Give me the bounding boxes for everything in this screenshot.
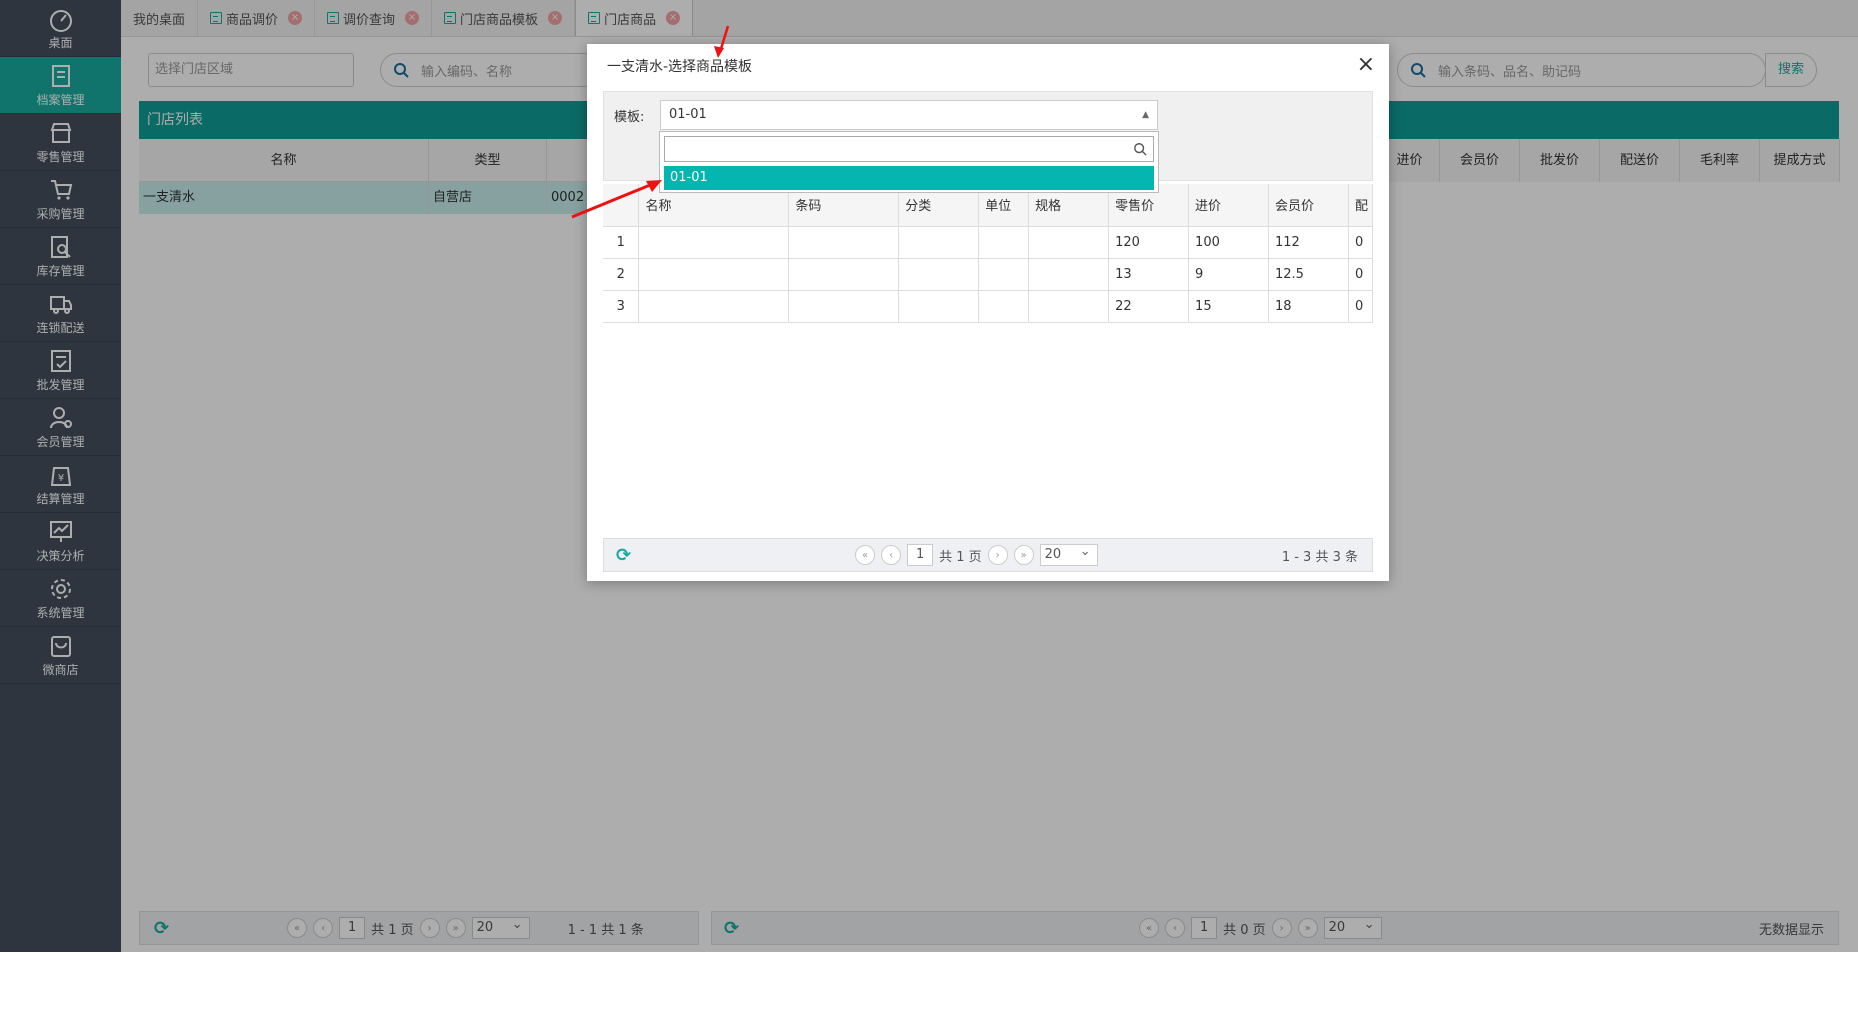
grid-cell: 12.5 xyxy=(1268,258,1349,291)
grid-cell: 0 xyxy=(1348,258,1374,291)
grid-cell xyxy=(898,258,980,291)
grid-cell xyxy=(978,226,1030,259)
grid-cell xyxy=(1028,226,1110,259)
grid-cell: 18 xyxy=(1268,290,1349,323)
template-selected-value: 01-01 xyxy=(669,107,707,122)
grid-cell xyxy=(638,226,790,259)
grid-cell xyxy=(898,226,980,259)
dropdown-option[interactable]: 01-01 xyxy=(664,166,1154,190)
table-row[interactable]: 3 22 15 18 0 xyxy=(603,290,1374,323)
search-icon xyxy=(1134,143,1147,156)
page-number-input[interactable]: 1 xyxy=(907,544,934,566)
column-header: 配 xyxy=(1348,184,1374,227)
select-template-dialog: 一支清水-选择商品模板 × 模板: 01-01 ▲ 名称 条码 分类 单位 规格… xyxy=(587,44,1389,581)
pager-summary: 1 - 3 共 3 条 xyxy=(1281,549,1358,565)
grid-cell xyxy=(638,290,790,323)
grid-cell xyxy=(978,290,1030,323)
grid-cell: 13 xyxy=(1108,258,1190,291)
grid-cell xyxy=(1028,290,1110,323)
last-page-button[interactable]: » xyxy=(1013,545,1034,565)
dialog-title: 一支清水-选择商品模板 xyxy=(607,59,753,75)
close-icon[interactable]: × xyxy=(1357,52,1375,77)
column-header: 会员价 xyxy=(1268,184,1349,227)
grid-cell: 15 xyxy=(1188,290,1269,323)
prev-page-button[interactable]: ‹ xyxy=(881,545,902,565)
grid-cell: 1 xyxy=(603,226,640,259)
grid-cell: 120 xyxy=(1108,226,1190,259)
grid-cell: 0 xyxy=(1348,226,1374,259)
template-label: 模板: xyxy=(614,110,645,125)
dropdown-search-input[interactable] xyxy=(664,136,1154,162)
grid-cell: 22 xyxy=(1108,290,1190,323)
grid-cell: 9 xyxy=(1188,258,1269,291)
template-select[interactable]: 01-01 ▲ xyxy=(660,100,1158,130)
grid-cell xyxy=(1028,258,1110,291)
page-size-select[interactable]: 20 xyxy=(1039,542,1098,566)
table-row[interactable]: 1 120 100 112 0 xyxy=(603,226,1374,259)
grid-cell xyxy=(898,290,980,323)
template-goods-grid: 名称 条码 分类 单位 规格 零售价 进价 会员价 配 1 120 100 112 0 2… xyxy=(603,184,1374,324)
grid-cell: 0 xyxy=(1348,290,1374,323)
column-header xyxy=(603,184,640,227)
grid-cell: 3 xyxy=(603,290,640,323)
caret-up-icon: ▲ xyxy=(1142,110,1149,120)
first-page-button[interactable]: « xyxy=(855,545,876,565)
grid-cell xyxy=(788,258,900,291)
next-page-button[interactable]: › xyxy=(987,545,1008,565)
grid-cell xyxy=(978,258,1030,291)
grid-cell: 2 xyxy=(603,258,640,291)
grid-cell xyxy=(638,258,790,291)
total-pages-label: 共 1 页 xyxy=(939,549,982,565)
dialog-pager: ⟳ « ‹ 1 共 1 页 › » 20 1 - 3 共 3 条 xyxy=(603,538,1373,572)
grid-cell: 100 xyxy=(1188,226,1269,259)
grid-cell xyxy=(788,290,900,323)
column-header: 进价 xyxy=(1188,184,1269,227)
table-row[interactable]: 2 13 9 12.5 0 xyxy=(603,258,1374,291)
grid-cell xyxy=(788,226,900,259)
refresh-icon[interactable]: ⟳ xyxy=(616,545,631,566)
grid-cell: 112 xyxy=(1268,226,1349,259)
template-dropdown: 01-01 xyxy=(659,131,1159,193)
